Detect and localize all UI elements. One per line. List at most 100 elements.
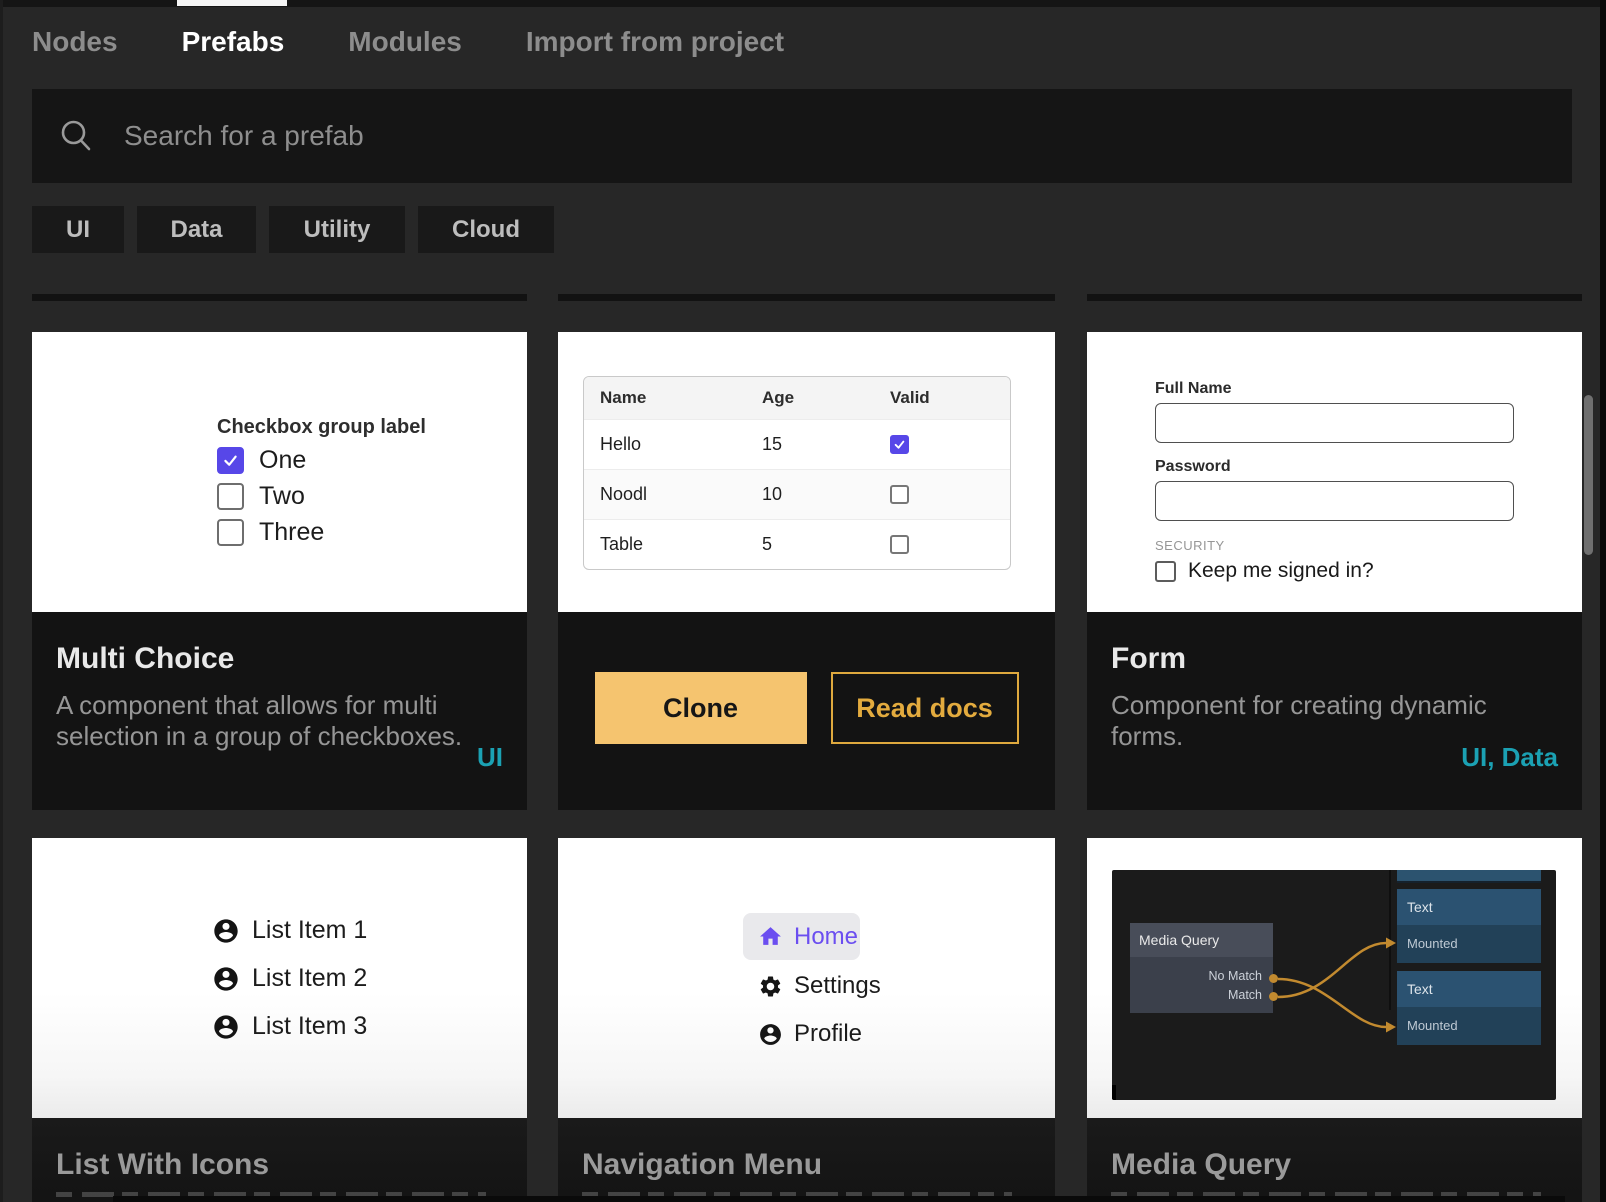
hover-actions: Clone Read docs xyxy=(582,672,1031,744)
checkbox-option: One xyxy=(217,446,306,475)
cell-valid xyxy=(890,535,990,554)
checkbox-unchecked-icon xyxy=(217,519,244,546)
list-item: List Item 2 xyxy=(212,964,367,993)
cell-name: Table xyxy=(584,534,762,555)
prefab-card-list-with-icons[interactable]: List Item 1 List Item 2 List Item 3 List… xyxy=(32,838,527,1202)
filter-cloud-button[interactable]: Cloud xyxy=(418,206,554,253)
prefab-card-footer: Navigation Menu xyxy=(558,1118,1055,1202)
prefab-card-media-query[interactable]: Media Query No Match Match Text Mounted … xyxy=(1087,838,1582,1202)
node-graph-screenshot: Media Query No Match Match Text Mounted … xyxy=(1112,870,1556,1100)
checkbox-unchecked-icon xyxy=(890,485,909,504)
column-header-age: Age xyxy=(762,388,890,408)
bottom-edge-strip xyxy=(113,1196,1565,1202)
prefab-title: Multi Choice xyxy=(56,642,503,676)
scrolled-card-bottom xyxy=(558,294,1055,301)
table-row: Table 5 xyxy=(584,519,1010,569)
list-item-label: List Item 3 xyxy=(252,1012,367,1041)
form-section-label: SECURITY xyxy=(1155,538,1225,553)
nav-item-label: Profile xyxy=(794,1020,862,1048)
table-row: Hello 15 xyxy=(584,419,1010,469)
prefab-browser-panel: Nodes Prefabs Modules Import from projec… xyxy=(0,0,1606,1202)
tab-bar: Nodes Prefabs Modules Import from projec… xyxy=(32,26,784,58)
text-input xyxy=(1155,403,1514,443)
prefab-title: List With Icons xyxy=(56,1148,503,1182)
prefab-card-multi-choice[interactable]: Checkbox group label One Two Three Multi… xyxy=(32,332,527,810)
person-icon xyxy=(758,1022,783,1047)
person-icon xyxy=(212,965,240,993)
active-tab-indicator xyxy=(177,0,287,6)
prefab-title: Navigation Menu xyxy=(582,1148,1031,1182)
list-item: List Item 1 xyxy=(212,916,367,945)
prefab-preview: List Item 1 List Item 2 List Item 3 xyxy=(32,838,527,1118)
checkbox-unchecked-icon xyxy=(217,483,244,510)
prefab-card-table[interactable]: Name Age Valid Hello 15 Noodl 10 xyxy=(558,332,1055,810)
list-item: List Item 3 xyxy=(212,1012,367,1041)
cell-valid xyxy=(890,485,990,504)
prefab-preview: Full Name Password SECURITY Keep me sign… xyxy=(1087,332,1582,612)
person-icon xyxy=(212,1013,240,1041)
clone-button[interactable]: Clone xyxy=(595,672,807,744)
list-item-label: List Item 1 xyxy=(252,916,367,945)
gear-icon xyxy=(758,974,783,999)
vertical-scrollbar-thumb[interactable] xyxy=(1584,395,1593,555)
prefab-card-form[interactable]: Full Name Password SECURITY Keep me sign… xyxy=(1087,332,1582,810)
search-icon xyxy=(58,118,94,154)
filter-data-button[interactable]: Data xyxy=(137,206,256,253)
tab-modules[interactable]: Modules xyxy=(348,26,462,58)
column-header-valid: Valid xyxy=(890,388,990,408)
cell-age: 5 xyxy=(762,534,890,555)
cell-age: 15 xyxy=(762,434,890,455)
nav-item-profile: Profile xyxy=(758,1020,862,1048)
prefab-preview: Checkbox group label One Two Three xyxy=(32,332,527,612)
prefab-card-footer: List With Icons xyxy=(32,1118,527,1202)
nav-item-home-selected: Home xyxy=(743,913,860,960)
prefab-card-hover-footer: Clone Read docs xyxy=(558,612,1055,810)
checkbox-unchecked-icon xyxy=(890,535,909,554)
person-icon xyxy=(212,917,240,945)
checkbox-option-label: Three xyxy=(259,518,324,547)
table-row: Noodl 10 xyxy=(584,469,1010,519)
prefab-title: Media Query xyxy=(1111,1148,1558,1182)
filter-bar: UI Data Utility Cloud xyxy=(32,206,554,253)
checkbox-label: Keep me signed in? xyxy=(1188,559,1374,583)
prefab-tags: UI, Data xyxy=(1461,742,1558,773)
tab-prefabs[interactable]: Prefabs xyxy=(182,26,285,58)
connection-wires xyxy=(1112,870,1556,1100)
form-field: Password xyxy=(1155,458,1514,521)
prefab-card-navigation-menu[interactable]: Home Settings Profile Navigation Menu xyxy=(558,838,1055,1202)
prefab-description: A component that allows for multi select… xyxy=(56,690,503,752)
form-checkbox-row: Keep me signed in? xyxy=(1155,559,1374,583)
scrolled-card-bottom xyxy=(32,294,527,301)
read-docs-button[interactable]: Read docs xyxy=(831,672,1019,744)
table-preview: Name Age Valid Hello 15 Noodl 10 xyxy=(583,376,1011,570)
cell-valid xyxy=(890,435,990,454)
checkbox-group-label: Checkbox group label xyxy=(217,416,426,439)
column-header-name: Name xyxy=(584,388,762,408)
checkbox-checked-icon xyxy=(890,435,909,454)
left-edge-strip xyxy=(0,0,3,1202)
prefab-preview: Home Settings Profile xyxy=(558,838,1055,1118)
prefab-card-footer: Multi Choice A component that allows for… xyxy=(32,612,527,810)
right-edge-strip xyxy=(1600,0,1606,1202)
field-label: Password xyxy=(1155,458,1514,476)
filter-ui-button[interactable]: UI xyxy=(32,206,124,253)
cell-name: Hello xyxy=(584,434,762,455)
prefab-title: Form xyxy=(1111,642,1558,676)
checkbox-option: Three xyxy=(217,518,324,547)
checkbox-checked-icon xyxy=(217,447,244,474)
tab-import-from-project[interactable]: Import from project xyxy=(526,26,784,58)
cell-name: Noodl xyxy=(584,484,762,505)
cell-age: 10 xyxy=(762,484,890,505)
checkbox-unchecked-icon xyxy=(1155,561,1176,582)
nav-item-label: Home xyxy=(794,923,858,951)
search-input[interactable] xyxy=(122,119,1326,153)
text-input xyxy=(1155,481,1514,521)
checkbox-option-label: One xyxy=(259,446,306,475)
list-item-label: List Item 2 xyxy=(252,964,367,993)
form-field: Full Name xyxy=(1155,380,1514,443)
search-bar[interactable] xyxy=(32,89,1572,183)
nav-item-settings: Settings xyxy=(758,972,881,1000)
tab-nodes[interactable]: Nodes xyxy=(32,26,118,58)
filter-utility-button[interactable]: Utility xyxy=(269,206,405,253)
prefab-card-footer: Media Query xyxy=(1087,1118,1582,1202)
